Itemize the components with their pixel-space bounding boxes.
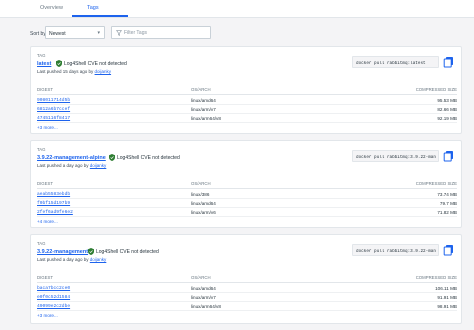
last-pushed-info: Last pushed 15 days ago by doijanky bbox=[37, 69, 111, 74]
size: 71.82 MB bbox=[437, 210, 457, 215]
digest-link[interactable]: e0f0c52d1584 bbox=[37, 295, 70, 300]
sort-value: Newest bbox=[49, 30, 66, 37]
pull-command: docker pull rabbitmq:3.9.22-management-a… bbox=[356, 154, 436, 160]
table-row: 4745116f8417 linux/arm64/v8 92.19 MB bbox=[37, 114, 457, 123]
size: 82.66 MB bbox=[437, 107, 457, 112]
more-link[interactable]: +4 more... bbox=[37, 219, 58, 224]
divider bbox=[37, 282, 457, 283]
divider bbox=[37, 188, 457, 189]
last-pushed-text: Last pushed 15 days ago by bbox=[37, 69, 95, 74]
pull-command-box[interactable]: docker pull rabbitmq:3.9.22-management bbox=[352, 244, 439, 256]
os-arch: linux/arm/v6 bbox=[191, 210, 216, 215]
more-link[interactable]: +3 more... bbox=[37, 125, 58, 130]
copy-icon[interactable] bbox=[443, 244, 455, 256]
tag-card: TAG 3.9.22-management Log4Shell CVE not … bbox=[30, 234, 462, 324]
size: 73.74 MB bbox=[437, 192, 457, 197]
pull-command: docker pull rabbitmq:3.9.22-management bbox=[356, 248, 436, 254]
log4shell-status: Log4Shell CVE not detected bbox=[96, 249, 159, 255]
filter-tags-field[interactable] bbox=[111, 26, 211, 39]
divider bbox=[37, 94, 457, 95]
compressed-size-header: COMPRESSED SIZE bbox=[415, 87, 457, 92]
pull-command-box[interactable]: docker pull rabbitmq:3.9.22-management-a… bbox=[352, 150, 439, 162]
os-arch: linux/arm64/v8 bbox=[191, 304, 221, 309]
size: 95.53 MB bbox=[437, 98, 457, 103]
tab-bar: Overview Tags bbox=[0, 0, 474, 18]
last-pushed-info: Last pushed a day ago by doijanky bbox=[37, 257, 106, 262]
digest-link[interactable]: 6812a6b7ccef bbox=[37, 107, 70, 112]
os-arch: linux/amd64 bbox=[191, 98, 216, 103]
table-row: 49099e2c2dbe linux/arm64/v8 98.91 MB bbox=[37, 302, 457, 311]
os-arch: linux/arm/v7 bbox=[191, 295, 216, 300]
os-arch: linux/arm/v7 bbox=[191, 107, 216, 112]
tab-overview[interactable]: Overview bbox=[40, 5, 63, 11]
tag-name-link[interactable]: latest bbox=[37, 61, 51, 67]
digest-link[interactable]: aeab5583ebdb bbox=[37, 192, 70, 197]
filter-icon bbox=[116, 30, 122, 36]
tag-card: TAG 3.9.22-management-alpine Log4Shell C… bbox=[30, 140, 462, 228]
digest-link[interactable]: f0bf15d197b9 bbox=[37, 201, 70, 206]
pull-command-box[interactable]: docker pull rabbitmq:latest bbox=[352, 56, 439, 68]
log4shell-status: Log4Shell CVE not detected bbox=[64, 61, 127, 67]
tag-name-link[interactable]: 3.9.22-management bbox=[37, 249, 88, 255]
os-arch-header: OS/ARCH bbox=[191, 181, 211, 186]
digest-link[interactable]: 49099e2c2dbe bbox=[37, 304, 70, 309]
size: 98.91 MB bbox=[437, 304, 457, 309]
last-pushed-text: Last pushed a day ago by bbox=[37, 163, 90, 168]
sort-select[interactable]: Newest ▾ bbox=[45, 26, 105, 39]
size: 79.7 MB bbox=[439, 201, 457, 206]
os-arch-header: OS/ARCH bbox=[191, 275, 211, 280]
tag-name-link[interactable]: 3.9.22-management-alpine bbox=[37, 155, 106, 161]
tag-card: TAG latest Log4Shell CVE not detected La… bbox=[30, 46, 462, 134]
pusher-link[interactable]: doijanky bbox=[90, 257, 107, 262]
compressed-size-header: COMPRESSED SIZE bbox=[415, 181, 457, 186]
digest-link[interactable]: baca7bcc2ce0 bbox=[37, 286, 70, 291]
tag-column-label: TAG bbox=[37, 241, 46, 246]
pusher-link[interactable]: doijanky bbox=[90, 163, 107, 168]
table-row: 2fef6ad9fe6e2 linux/arm/v6 71.82 MB bbox=[37, 208, 457, 217]
table-row: 6812a6b7ccef linux/arm/v7 82.66 MB bbox=[37, 105, 457, 114]
os-arch: linux/386 bbox=[191, 192, 210, 197]
filter-tags-input[interactable] bbox=[124, 29, 208, 37]
os-arch: linux/amd64 bbox=[191, 201, 216, 206]
more-link[interactable]: +3 more... bbox=[37, 313, 58, 318]
size: 106.11 MB bbox=[435, 286, 457, 291]
digest-link[interactable]: 2fef6ad9fe6e2 bbox=[37, 210, 73, 215]
pull-command: docker pull rabbitmq:latest bbox=[356, 60, 426, 66]
digest-header: DIGEST bbox=[37, 275, 53, 280]
compressed-size-header: COMPRESSED SIZE bbox=[415, 275, 457, 280]
size: 92.19 MB bbox=[437, 116, 457, 121]
digest-link[interactable]: 908011714d5b bbox=[37, 98, 70, 103]
os-arch: linux/arm64/v8 bbox=[191, 116, 221, 121]
last-pushed-text: Last pushed a day ago by bbox=[37, 257, 90, 262]
os-arch: linux/amd64 bbox=[191, 286, 216, 291]
table-row: aeab5583ebdb linux/386 73.74 MB bbox=[37, 190, 457, 199]
pusher-link[interactable]: doijanky bbox=[95, 69, 112, 74]
shield-check-icon bbox=[88, 248, 94, 255]
copy-icon[interactable] bbox=[443, 56, 455, 68]
digest-header: DIGEST bbox=[37, 181, 53, 186]
tag-column-label: TAG bbox=[37, 53, 46, 58]
os-arch-header: OS/ARCH bbox=[191, 87, 211, 92]
tab-tags[interactable]: Tags bbox=[87, 5, 99, 11]
sort-label: Sort by bbox=[30, 31, 46, 37]
last-pushed-info: Last pushed a day ago by doijanky bbox=[37, 163, 106, 168]
table-row: 908011714d5b linux/amd64 95.53 MB bbox=[37, 96, 457, 105]
copy-icon[interactable] bbox=[443, 150, 455, 162]
log4shell-status: Log4Shell CVE not detected bbox=[117, 155, 180, 161]
table-row: baca7bcc2ce0 linux/amd64 106.11 MB bbox=[37, 284, 457, 293]
active-tab-indicator bbox=[72, 15, 128, 17]
table-row: e0f0c52d1584 linux/arm/v7 91.91 MB bbox=[37, 293, 457, 302]
tag-column-label: TAG bbox=[37, 147, 46, 152]
chevron-down-icon: ▾ bbox=[97, 30, 100, 36]
shield-check-icon bbox=[109, 154, 115, 161]
digest-link[interactable]: 4745116f8417 bbox=[37, 116, 70, 121]
shield-check-icon bbox=[56, 60, 62, 67]
digest-header: DIGEST bbox=[37, 87, 53, 92]
size: 91.91 MB bbox=[437, 295, 457, 300]
table-row: f0bf15d197b9 linux/amd64 79.7 MB bbox=[37, 199, 457, 208]
